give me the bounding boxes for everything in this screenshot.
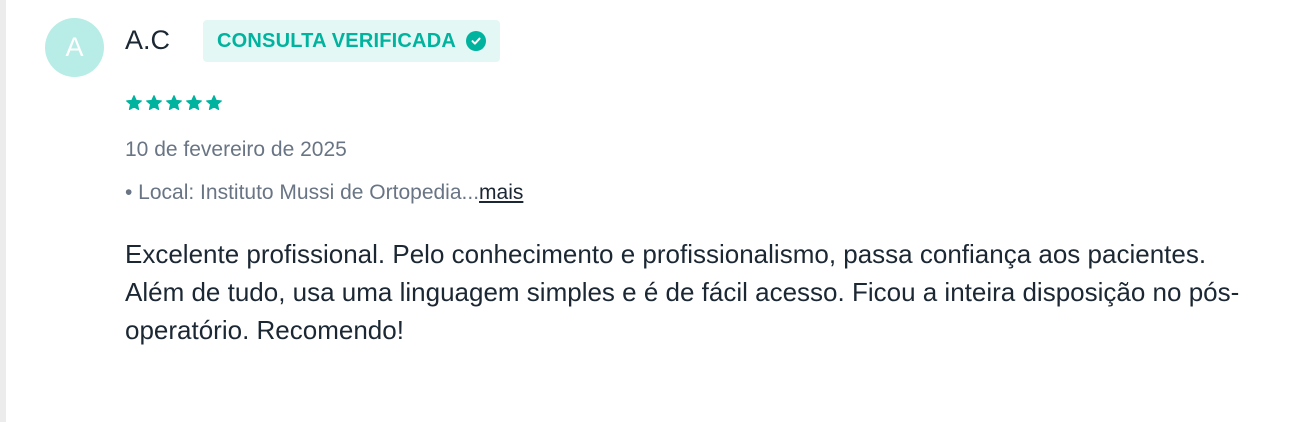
review-date: 10 de fevereiro de 2025 [125,138,347,161]
star-icon [146,95,162,111]
star-icon [186,95,202,111]
more-link[interactable]: mais [479,181,523,204]
avatar: A [45,18,104,77]
author-name: A.C [125,25,171,55]
verified-badge-label: CONSULTA VERIFICADA [217,29,456,52]
verified-badge: CONSULTA VERIFICADA [203,20,500,62]
left-divider [0,0,6,422]
review-text: Excelente profissional. Pelo conheciment… [125,239,1240,345]
avatar-initial: A [65,32,84,62]
review-location: • Local: Instituto Mussi de Ortopedia...… [125,181,523,205]
star-icon [126,95,142,111]
review-card: A A.C CONSULTA VERIFICADA 10 de fevereir… [0,0,1316,422]
location-label: • Local: Instituto Mussi de Ortopedia... [125,181,480,204]
star-icon [166,95,182,111]
star-rating [125,94,223,112]
check-circle-icon [465,31,486,51]
star-icon [206,95,222,111]
